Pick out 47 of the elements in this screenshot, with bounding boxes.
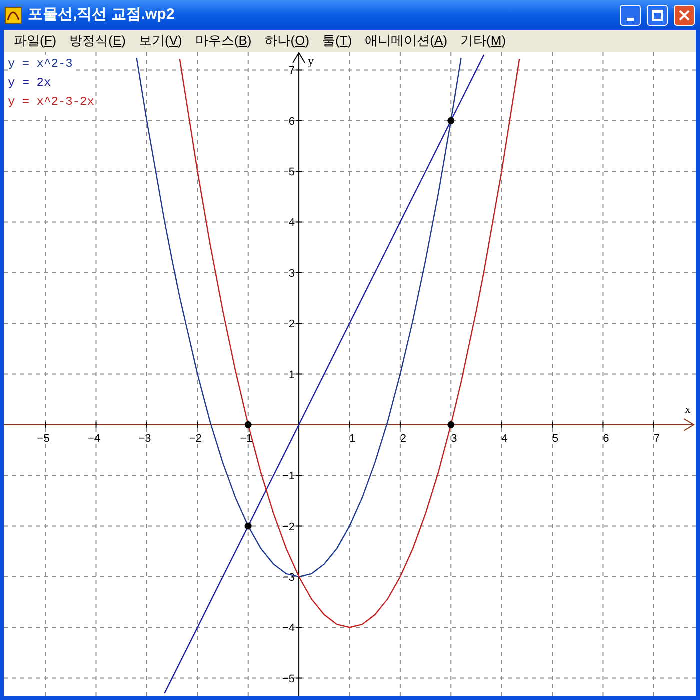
maximize-icon bbox=[652, 10, 663, 20]
y-tick-label: 2 bbox=[288, 318, 296, 331]
menu-item[interactable]: 하나(O) bbox=[258, 31, 316, 51]
y-tick-label: 7 bbox=[288, 65, 296, 78]
y-tick-label: 4 bbox=[288, 217, 296, 230]
y-tick-label: 6 bbox=[288, 116, 296, 128]
close-button[interactable] bbox=[674, 4, 695, 26]
x-tick-label: 1 bbox=[350, 432, 356, 445]
x-tick-label: 5 bbox=[552, 432, 559, 445]
y-tick-label: −1 bbox=[282, 470, 296, 483]
app-icon bbox=[5, 6, 22, 24]
y-axis-label: y bbox=[308, 54, 314, 68]
legend-entry: y = x^2-3 bbox=[8, 55, 73, 74]
y-tick-label: 3 bbox=[288, 268, 296, 280]
menu-item[interactable]: 방정식(E) bbox=[64, 31, 132, 51]
menu-item[interactable]: 파일(F) bbox=[8, 31, 63, 51]
minimize-button[interactable] bbox=[620, 4, 641, 26]
maximize-button[interactable] bbox=[647, 4, 668, 26]
y-tick-label: −2 bbox=[282, 521, 296, 534]
intersection-point bbox=[448, 117, 455, 124]
x-tick-label: 2 bbox=[400, 432, 406, 445]
menu-item[interactable]: 애니메이션(A) bbox=[359, 31, 454, 51]
y-tick-label: 5 bbox=[288, 166, 296, 179]
intersection-point bbox=[448, 421, 455, 428]
close-icon bbox=[679, 10, 690, 20]
y-tick-label: −4 bbox=[282, 622, 296, 635]
minimize-icon bbox=[627, 18, 634, 20]
x-tick-label: 6 bbox=[603, 432, 610, 445]
x-tick-label: −2 bbox=[189, 432, 202, 445]
intersection-point bbox=[244, 522, 252, 530]
x-tick-label: −4 bbox=[88, 432, 101, 445]
x-tick-label: 7 bbox=[654, 432, 660, 445]
intersection-point bbox=[244, 421, 252, 428]
y-tick-label: −5 bbox=[282, 673, 296, 686]
legend-entry: y = x^2-3-2x bbox=[8, 93, 94, 112]
x-tick-label: −5 bbox=[37, 432, 50, 445]
menu-item[interactable]: 보기(V) bbox=[133, 31, 188, 51]
menu-item[interactable]: 기타(M) bbox=[454, 31, 512, 51]
legend-entry: y = 2x bbox=[8, 74, 52, 93]
y-tick-label: 1 bbox=[288, 369, 296, 382]
menu-item[interactable]: 툴(T) bbox=[316, 31, 358, 51]
x-tick-label: 3 bbox=[451, 432, 458, 445]
window-title: 포물선,직선 교점.wp2 bbox=[28, 4, 175, 25]
x-axis-label: x bbox=[685, 404, 691, 416]
x-tick-label: −3 bbox=[138, 432, 152, 445]
menu-item[interactable]: 마우스(B) bbox=[189, 31, 258, 51]
x-tick-label: 4 bbox=[502, 432, 508, 445]
